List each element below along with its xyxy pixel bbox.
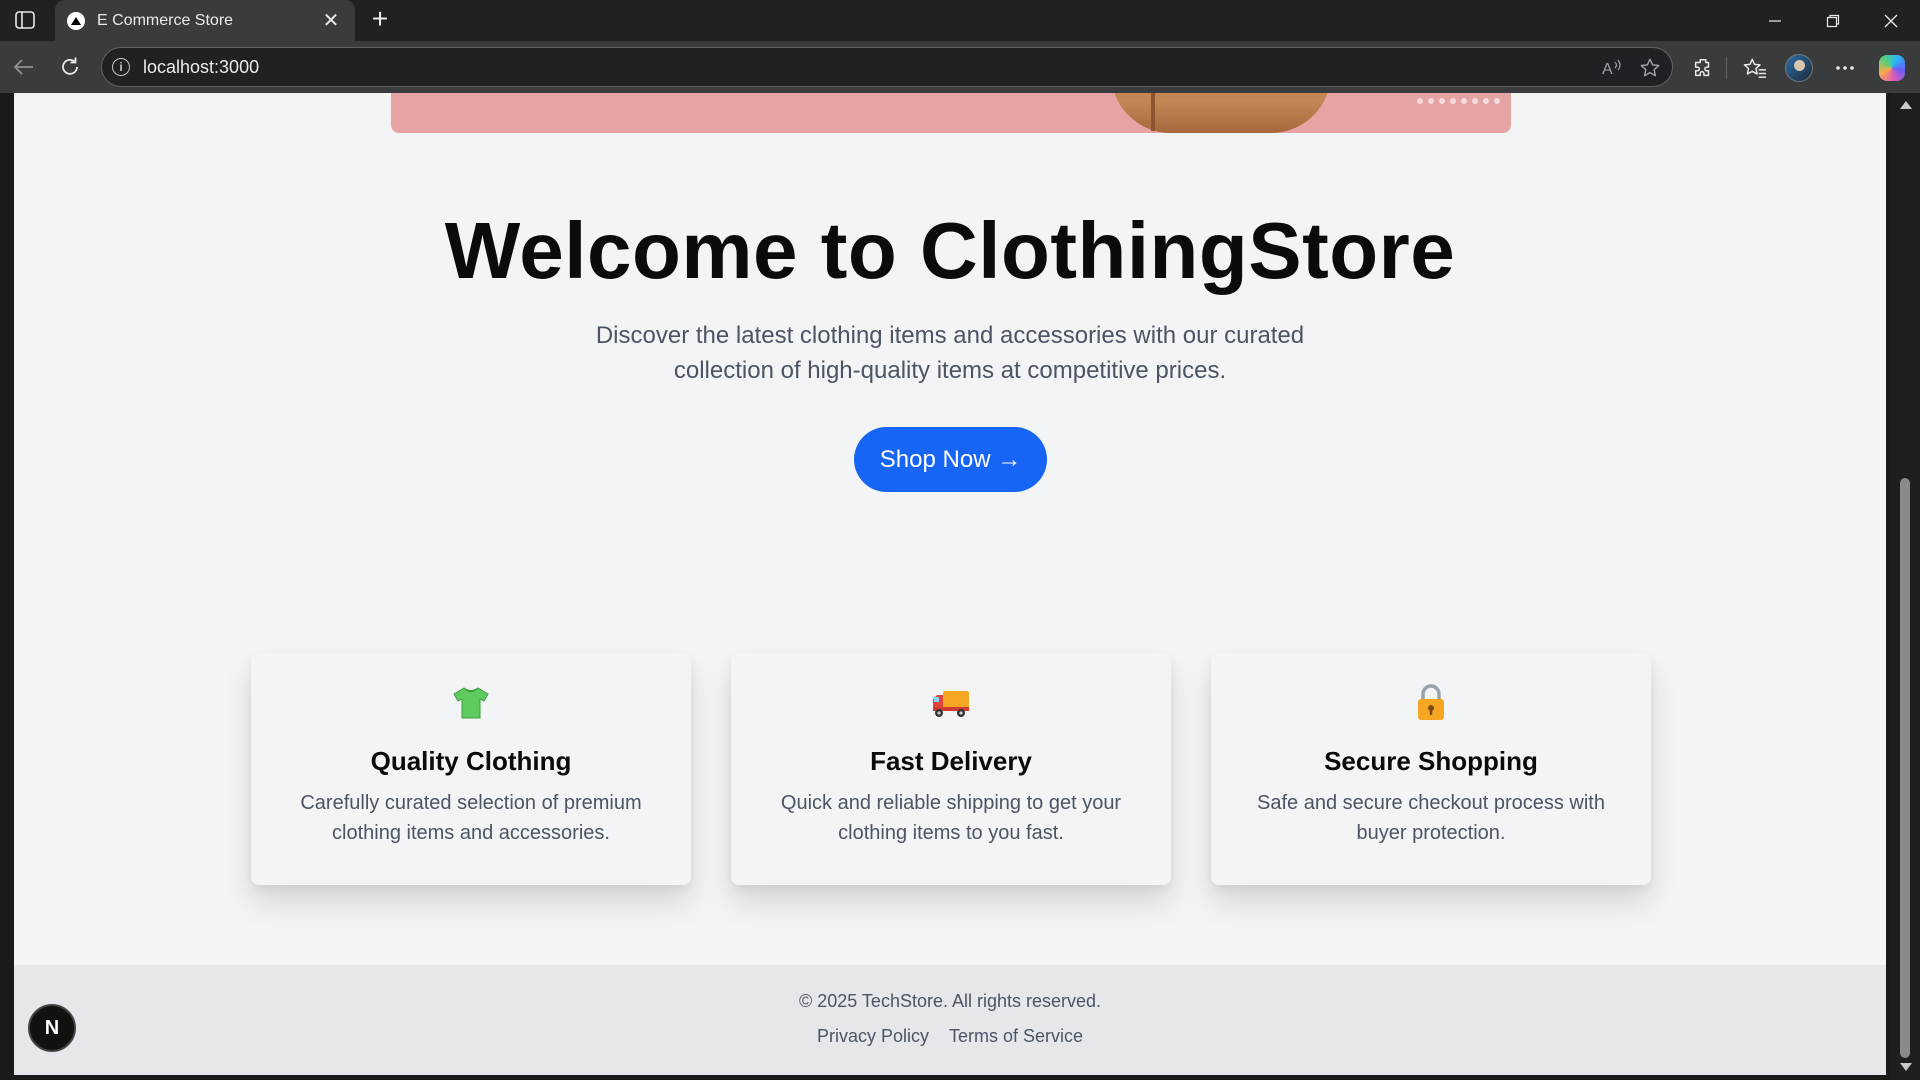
hero-subtitle: Discover the latest clothing items and a…: [595, 322, 1305, 384]
tab-close-icon[interactable]: ✕: [319, 8, 343, 33]
lock-icon: [1411, 683, 1451, 723]
scroll-down-arrow-icon[interactable]: [1900, 1063, 1912, 1071]
more-options-icon[interactable]: [1831, 54, 1859, 82]
page-footer: © 2025 TechStore. All rights reserved. P…: [14, 965, 1886, 1075]
delivery-truck-icon: [931, 683, 971, 723]
feature-cards: Quality Clothing Carefully curated selec…: [251, 653, 1651, 885]
feature-description: Carefully curated selection of premium c…: [300, 792, 642, 844]
carousel-dot[interactable]: [1494, 98, 1500, 104]
url-text[interactable]: localhost:3000: [143, 57, 259, 78]
feature-title: Fast Delivery: [870, 746, 1032, 776]
extensions-puzzle-icon[interactable]: [1689, 54, 1717, 82]
scrollbar-thumb[interactable]: [1900, 478, 1910, 1058]
address-bar[interactable]: i localhost:3000 A: [101, 47, 1673, 87]
tab-title: E Commerce Store: [97, 11, 234, 29]
read-aloud-icon[interactable]: A: [1600, 56, 1624, 80]
carousel-dot[interactable]: [1439, 98, 1445, 104]
nextjs-dev-indicator[interactable]: N: [28, 1004, 76, 1052]
tab-actions-icon[interactable]: [8, 6, 42, 34]
carousel-dot[interactable]: [1428, 98, 1434, 104]
page-scrollbar[interactable]: [1891, 93, 1920, 1080]
privacy-policy-link[interactable]: Privacy Policy: [817, 1026, 929, 1047]
add-favorite-star-icon[interactable]: [1638, 56, 1662, 80]
carousel-dot[interactable]: [1417, 98, 1423, 104]
browser-titlebar: E Commerce Store ✕ +: [0, 0, 1920, 41]
profile-avatar[interactable]: [1785, 54, 1813, 82]
feature-title: Secure Shopping: [1324, 746, 1538, 776]
hero-banner-image: [391, 93, 1511, 133]
new-tab-icon[interactable]: +: [364, 4, 396, 36]
footer-links: Privacy Policy Terms of Service: [14, 1026, 1886, 1047]
site-info-icon[interactable]: i: [112, 58, 130, 76]
banner-model-photo: [1111, 93, 1331, 133]
copilot-icon[interactable]: [1878, 54, 1906, 82]
terms-of-service-link[interactable]: Terms of Service: [949, 1026, 1083, 1047]
feature-title: Quality Clothing: [370, 746, 572, 776]
carousel-dot[interactable]: [1483, 98, 1489, 104]
svg-text:A: A: [1602, 61, 1613, 78]
carousel-dot[interactable]: [1461, 98, 1467, 104]
favorites-icon[interactable]: [1741, 54, 1769, 82]
carousel-dot[interactable]: [1472, 98, 1478, 104]
window-restore-icon[interactable]: [1804, 0, 1862, 41]
hero-title: Welcome to ClothingStore: [444, 206, 1456, 295]
copyright-text: © 2025 TechStore. All rights reserved.: [798, 991, 1102, 1011]
window-close-icon[interactable]: [1862, 0, 1920, 41]
feature-card-fast-delivery: Fast Delivery Quick and reliable shippin…: [731, 653, 1171, 885]
scroll-up-arrow-icon[interactable]: [1900, 101, 1912, 109]
feature-card-secure-shopping: Secure Shopping Safe and secure checkout…: [1211, 653, 1651, 885]
browser-toolbar: i localhost:3000 A: [0, 41, 1920, 93]
window-minimize-icon[interactable]: [1746, 0, 1804, 41]
feature-description: Quick and reliable shipping to get your …: [780, 792, 1122, 844]
t-shirt-icon: [451, 683, 491, 723]
reload-icon[interactable]: [55, 52, 85, 82]
browser-viewport: Welcome to ClothingStore Discover the la…: [0, 93, 1920, 1080]
carousel-dots: [1417, 98, 1500, 104]
feature-description: Safe and secure checkout process with bu…: [1257, 792, 1605, 844]
back-arrow-icon[interactable]: [9, 52, 39, 82]
shop-now-button[interactable]: Shop Now →: [854, 427, 1047, 492]
feature-card-quality-clothing: Quality Clothing Carefully curated selec…: [251, 653, 691, 885]
toolbar-separator: [1726, 57, 1727, 79]
browser-tab-active[interactable]: E Commerce Store ✕: [55, 0, 355, 41]
web-page: Welcome to ClothingStore Discover the la…: [14, 93, 1886, 1075]
nextjs-favicon-icon: [67, 11, 85, 30]
carousel-dot[interactable]: [1450, 98, 1456, 104]
